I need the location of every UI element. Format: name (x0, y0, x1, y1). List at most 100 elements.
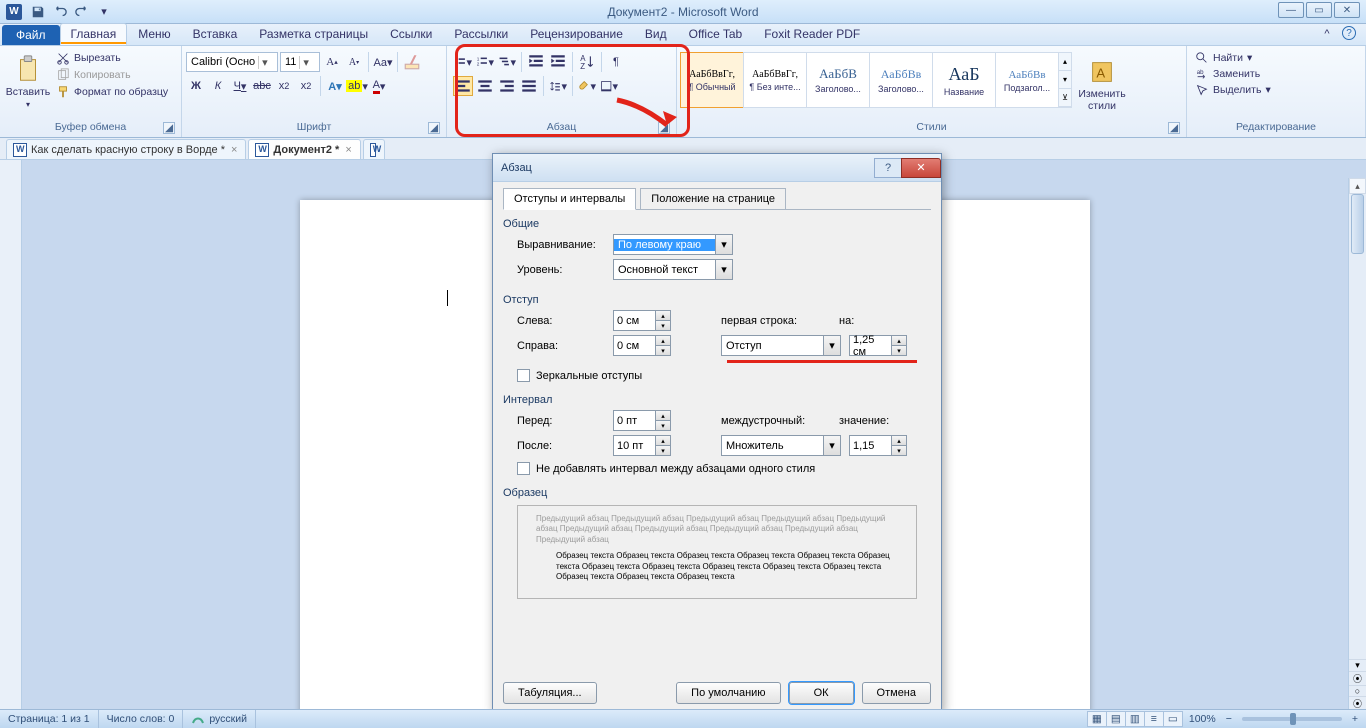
tab-view[interactable]: Вид (634, 23, 678, 45)
align-right-icon[interactable] (497, 76, 517, 96)
cancel-button[interactable]: Отмена (862, 682, 931, 704)
style-item-1[interactable]: АаБбВвГг,¶ Без инте... (743, 52, 807, 108)
clipboard-launcher-icon[interactable]: ◢ (163, 122, 175, 134)
zoom-out-icon[interactable]: − (1222, 713, 1236, 725)
scroll-thumb[interactable] (1351, 194, 1364, 254)
strikethrough-button[interactable]: abc (252, 76, 272, 96)
tab-file[interactable]: Файл (2, 25, 60, 45)
style-item-3[interactable]: АаБбВвЗаголово... (869, 52, 933, 108)
shrink-font-icon[interactable]: A▾ (344, 52, 364, 72)
doc-tab-1[interactable]: Как сделать красную строку в Ворде *× (6, 139, 246, 159)
increase-indent-icon[interactable] (548, 52, 568, 72)
scroll-track[interactable] (1349, 194, 1366, 659)
tab-review[interactable]: Рецензирование (519, 23, 634, 45)
ribbon-minimize-icon[interactable]: ^ (1318, 26, 1336, 42)
status-language[interactable]: русский (183, 710, 256, 728)
font-color-icon[interactable]: A▾ (369, 76, 389, 96)
maximize-button[interactable]: ▭ (1306, 2, 1332, 18)
styles-scroll-up-icon[interactable]: ▴ (1059, 53, 1071, 71)
indent-left-spinner[interactable]: 0 см▴▾ (613, 310, 671, 331)
shading-icon[interactable]: ▾ (577, 76, 597, 96)
format-painter-button[interactable]: Формат по образцу (52, 84, 172, 100)
dialog-help-icon[interactable]: ? (874, 158, 902, 178)
font-family-combo[interactable]: Calibri (Осно▾ (186, 52, 278, 72)
highlight-icon[interactable]: ab▾ (347, 76, 367, 96)
help-icon[interactable]: ? (1342, 26, 1356, 40)
styles-launcher-icon[interactable]: ◢ (1168, 122, 1180, 134)
tab-home[interactable]: Главная (60, 23, 128, 45)
select-button[interactable]: Выделить ▾ (1191, 82, 1275, 98)
paste-button[interactable]: Вставить ▾ (4, 48, 52, 114)
zoom-level[interactable]: 100% (1183, 713, 1222, 725)
clear-formatting-icon[interactable] (402, 52, 422, 72)
paragraph-launcher-icon[interactable]: ◢ (658, 122, 670, 134)
italic-button[interactable]: К (208, 76, 228, 96)
style-item-0[interactable]: АаБбВвГг,¶ Обычный (680, 52, 744, 108)
spacing-before-spinner[interactable]: 0 пт▴▾ (613, 410, 671, 431)
tab-insert[interactable]: Вставка (182, 23, 249, 45)
subscript-button[interactable]: x2 (274, 76, 294, 96)
level-combo[interactable]: Основной текст▾ (613, 259, 733, 280)
dont-add-space-checkbox[interactable] (517, 462, 530, 475)
style-item-5[interactable]: АаБбВвПодзагол... (995, 52, 1059, 108)
zoom-slider[interactable] (1242, 717, 1342, 721)
scroll-up-icon[interactable]: ▴ (1349, 178, 1366, 194)
dialog-tab-position[interactable]: Положение на странице (640, 188, 786, 210)
tab-layout[interactable]: Разметка страницы (248, 23, 379, 45)
qat-save-icon[interactable] (28, 3, 48, 21)
underline-button[interactable]: Ч▾ (230, 76, 250, 96)
qat-redo-icon[interactable] (72, 3, 92, 21)
show-marks-icon[interactable]: ¶ (606, 52, 626, 72)
line-spacing-at-spinner[interactable]: 1,15▴▾ (849, 435, 907, 456)
indent-right-spinner[interactable]: 0 см▴▾ (613, 335, 671, 356)
tabs-button[interactable]: Табуляция... (503, 682, 597, 704)
view-print-layout-icon[interactable]: ▦ (1087, 711, 1107, 727)
dialog-close-icon[interactable]: ✕ (901, 158, 941, 178)
tab-menu[interactable]: Меню (127, 23, 181, 45)
status-words[interactable]: Число слов: 0 (99, 710, 184, 728)
font-size-combo[interactable]: 11▾ (280, 52, 320, 72)
line-spacing-combo[interactable]: Множитель▾ (721, 435, 841, 456)
next-page-icon[interactable]: ⦿ (1349, 696, 1366, 710)
default-button[interactable]: По умолчанию (676, 682, 780, 704)
decrease-indent-icon[interactable] (526, 52, 546, 72)
superscript-button[interactable]: x2 (296, 76, 316, 96)
zoom-slider-thumb[interactable] (1290, 713, 1296, 725)
tab-foxit[interactable]: Foxit Reader PDF (753, 23, 871, 45)
view-full-screen-icon[interactable]: ▤ (1106, 711, 1126, 727)
browse-object-icon[interactable]: ○ (1349, 685, 1366, 696)
close-tab-icon[interactable]: × (345, 144, 351, 156)
align-left-icon[interactable] (453, 76, 473, 96)
sort-icon[interactable]: AZ (577, 52, 597, 72)
bold-button[interactable]: Ж (186, 76, 206, 96)
ok-button[interactable]: ОК (789, 682, 854, 704)
scroll-down-icon[interactable]: ▾ (1349, 659, 1366, 671)
grow-font-icon[interactable]: A▴ (322, 52, 342, 72)
bullets-icon[interactable]: ▾ (453, 52, 473, 72)
view-web-icon[interactable]: ▥ (1125, 711, 1145, 727)
numbering-icon[interactable]: 12▾ (475, 52, 495, 72)
new-doc-tab[interactable] (363, 139, 385, 159)
tab-references[interactable]: Ссылки (379, 23, 443, 45)
styles-scroll-down-icon[interactable]: ▾ (1059, 71, 1071, 89)
close-tab-icon[interactable]: × (231, 144, 237, 156)
cut-button[interactable]: Вырезать (52, 50, 172, 66)
view-outline-icon[interactable]: ≡ (1144, 711, 1164, 727)
borders-icon[interactable]: ▾ (599, 76, 619, 96)
dialog-titlebar[interactable]: Абзац ? ✕ (493, 154, 941, 182)
view-draft-icon[interactable]: ▭ (1163, 711, 1183, 727)
replace-button[interactable]: abЗаменить (1191, 66, 1264, 82)
change-styles-button[interactable]: A Изменить стили (1072, 52, 1132, 118)
mirror-indents-checkbox[interactable] (517, 369, 530, 382)
tab-mailings[interactable]: Рассылки (443, 23, 519, 45)
close-window-button[interactable]: ✕ (1334, 2, 1360, 18)
first-line-combo[interactable]: Отступ▾ (721, 335, 841, 356)
style-item-2[interactable]: АаБбВЗаголово... (806, 52, 870, 108)
font-launcher-icon[interactable]: ◢ (428, 122, 440, 134)
first-line-by-spinner[interactable]: 1,25 см▴▾ (849, 335, 907, 356)
status-page[interactable]: Страница: 1 из 1 (0, 710, 99, 728)
qat-customize-icon[interactable]: ▾ (94, 3, 114, 21)
prev-page-icon[interactable]: ⦿ (1349, 671, 1366, 685)
styles-expand-icon[interactable]: ⊻ (1059, 89, 1071, 107)
qat-undo-icon[interactable] (50, 3, 70, 21)
